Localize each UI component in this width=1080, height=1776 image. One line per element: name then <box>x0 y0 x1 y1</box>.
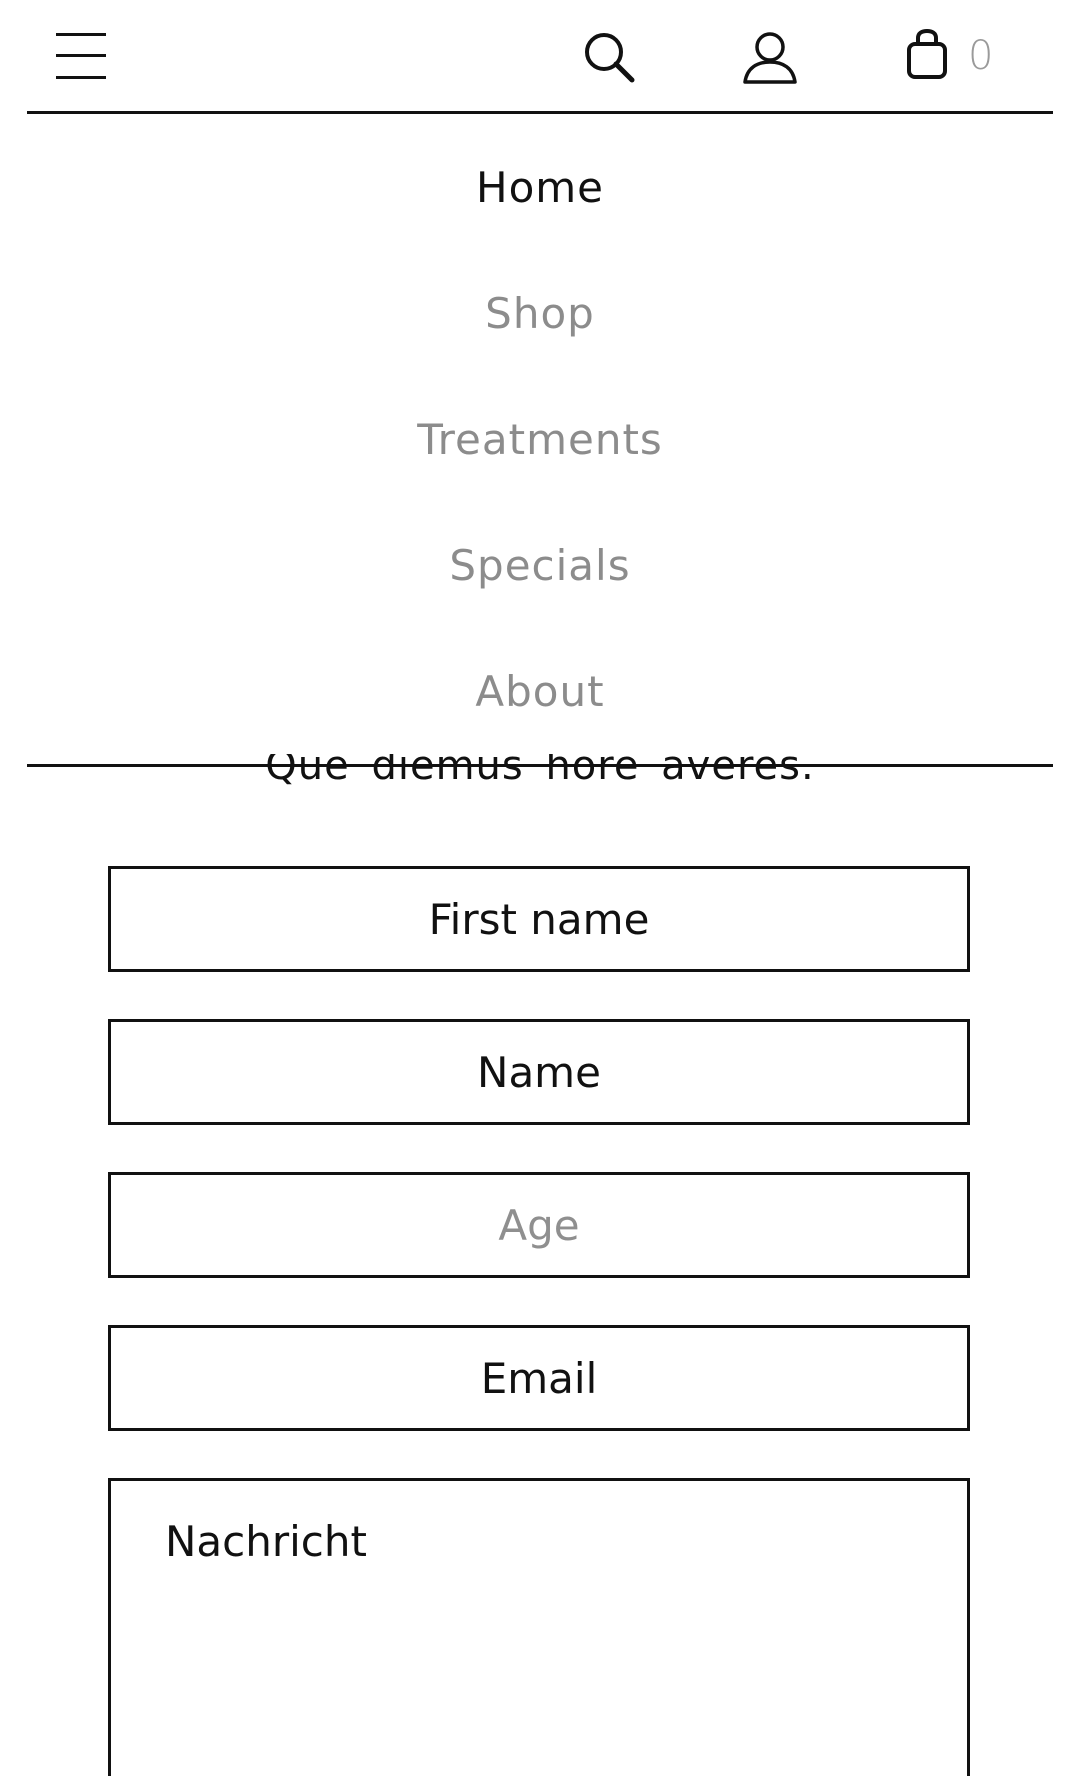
email-field[interactable] <box>108 1325 970 1431</box>
age-field[interactable] <box>108 1172 970 1278</box>
form-intro-label: Que diemus hore averes. <box>265 754 815 789</box>
shopping-bag-icon <box>906 28 948 80</box>
search-icon[interactable] <box>582 30 638 86</box>
nav-divider <box>27 764 1053 767</box>
main-nav: Home Shop Treatments Specials About <box>0 130 1080 760</box>
header-divider <box>27 111 1053 114</box>
nav-item-specials[interactable]: Specials <box>0 508 1080 634</box>
message-field[interactable] <box>108 1478 970 1776</box>
nav-item-shop[interactable]: Shop <box>0 256 1080 382</box>
nav-item-treatments[interactable]: Treatments <box>0 382 1080 508</box>
name-field[interactable] <box>108 1019 970 1125</box>
first-name-field[interactable] <box>108 866 970 972</box>
nav-item-home[interactable]: Home <box>0 130 1080 256</box>
cart-count: 0 <box>968 33 994 79</box>
form-intro-text: Que diemus hore averes. <box>0 754 1080 800</box>
user-account-icon[interactable] <box>742 30 798 86</box>
nav-item-about[interactable]: About <box>0 634 1080 760</box>
shopping-bag-button[interactable]: 0 <box>900 28 1010 88</box>
hamburger-menu-icon[interactable] <box>56 30 106 82</box>
site-header: 0 <box>0 0 1080 112</box>
